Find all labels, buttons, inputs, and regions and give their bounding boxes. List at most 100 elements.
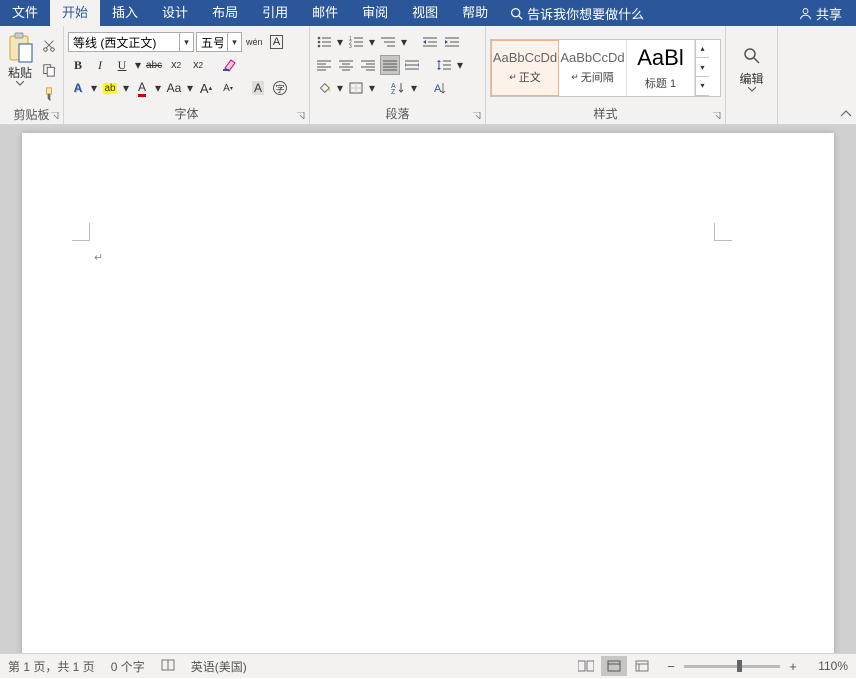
font-color-button[interactable]: A <box>132 78 152 98</box>
zoom-track[interactable] <box>684 665 780 668</box>
font-name-dropdown[interactable]: ▾ <box>179 33 193 51</box>
borders-dropdown[interactable]: ▾ <box>368 81 376 95</box>
font-launcher[interactable] <box>295 110 307 122</box>
styles-scroll-up[interactable]: ▴ <box>696 40 709 59</box>
align-right-button[interactable] <box>358 55 378 75</box>
clear-formatting-button[interactable] <box>220 55 240 75</box>
page-number[interactable]: 第 1 页，共 1 页 <box>8 658 95 675</box>
text-effects-button[interactable]: A <box>68 78 88 98</box>
clipboard-launcher[interactable] <box>49 110 61 122</box>
menu-file[interactable]: 文件 <box>0 0 50 26</box>
menu-review[interactable]: 审阅 <box>350 0 400 26</box>
font-color-dropdown[interactable]: ▾ <box>154 81 162 95</box>
style-nospacing[interactable]: AaBbCcDd ↵无间隔 <box>559 40 627 96</box>
svg-text:3: 3 <box>349 44 352 48</box>
web-layout-button[interactable] <box>629 656 655 676</box>
styles-launcher[interactable] <box>711 110 723 122</box>
menu-mailings[interactable]: 邮件 <box>300 0 350 26</box>
strikethrough-button[interactable]: abc <box>144 55 164 75</box>
styles-scroll-down[interactable]: ▾ <box>696 58 709 77</box>
align-center-button[interactable] <box>336 55 356 75</box>
line-spacing-dropdown[interactable]: ▾ <box>456 58 464 72</box>
language[interactable]: 英语(美国) <box>191 658 247 675</box>
highlight-button[interactable]: ab <box>100 78 120 98</box>
word-count[interactable]: 0 个字 <box>111 658 145 675</box>
proofing-button[interactable] <box>161 659 175 674</box>
increase-indent-button[interactable] <box>442 32 462 52</box>
document-area[interactable]: ↵ <box>0 125 856 653</box>
tell-me-search[interactable]: 告诉我你想要做什么 <box>510 4 644 23</box>
bold-button[interactable]: B <box>68 55 88 75</box>
style-heading1[interactable]: AaBl 标题 1 <box>627 40 695 96</box>
format-painter-button[interactable] <box>39 84 59 104</box>
align-left-button[interactable] <box>314 55 334 75</box>
paragraph-mark: ↵ <box>94 251 103 264</box>
menu-insert[interactable]: 插入 <box>100 0 150 26</box>
char-border-button[interactable]: A <box>267 32 287 52</box>
style-normal-name: ↵正文 <box>509 69 541 85</box>
subscript-button[interactable]: x2 <box>166 55 186 75</box>
sort-button[interactable]: AZ <box>388 78 408 98</box>
zoom-out-button[interactable]: − <box>664 659 678 674</box>
copy-button[interactable] <box>39 60 59 80</box>
menu-home[interactable]: 开始 <box>50 0 100 26</box>
bullets-button[interactable] <box>314 32 334 52</box>
line-spacing-button[interactable] <box>434 55 454 75</box>
zoom-in-button[interactable]: + <box>786 659 800 674</box>
align-right-icon <box>361 59 375 71</box>
decrease-indent-button[interactable] <box>420 32 440 52</box>
shading-dropdown[interactable]: ▾ <box>336 81 344 95</box>
numbering-button[interactable]: 123 <box>346 32 366 52</box>
highlight-dropdown[interactable]: ▾ <box>122 81 130 95</box>
paste-button[interactable]: 粘贴 <box>4 32 36 96</box>
shrink-font-button[interactable]: A▾ <box>218 78 238 98</box>
show-marks-button[interactable]: A <box>430 78 450 98</box>
scissors-icon <box>42 39 56 53</box>
align-justify-button[interactable] <box>380 55 400 75</box>
change-case-button[interactable]: Aa <box>164 78 184 98</box>
page[interactable]: ↵ <box>22 133 834 653</box>
underline-button[interactable]: U <box>112 55 132 75</box>
share-button[interactable]: 共享 <box>785 4 856 23</box>
print-layout-button[interactable] <box>601 656 627 676</box>
sort-dropdown[interactable]: ▾ <box>410 81 418 95</box>
text-effects-dropdown[interactable]: ▾ <box>90 81 98 95</box>
style-normal[interactable]: AaBbCcDd ↵正文 <box>491 40 559 96</box>
numbering-dropdown[interactable]: ▾ <box>368 35 376 49</box>
paste-icon <box>6 32 34 64</box>
align-distributed-button[interactable] <box>402 55 422 75</box>
multilevel-button[interactable] <box>378 32 398 52</box>
pinyin-button[interactable]: wén <box>244 32 265 52</box>
font-size-dropdown[interactable]: ▾ <box>227 33 241 51</box>
zoom-thumb[interactable] <box>737 660 742 672</box>
find-button[interactable]: 编辑 <box>733 46 771 93</box>
change-case-dropdown[interactable]: ▾ <box>186 81 194 95</box>
menu-layout[interactable]: 布局 <box>200 0 250 26</box>
font-name-combo[interactable]: ▾ <box>68 32 194 52</box>
shading-button[interactable] <box>314 78 334 98</box>
paragraph-launcher[interactable] <box>471 110 483 122</box>
multilevel-dropdown[interactable]: ▾ <box>400 35 408 49</box>
italic-button[interactable]: I <box>90 55 110 75</box>
menu-design[interactable]: 设计 <box>150 0 200 26</box>
bullets-dropdown[interactable]: ▾ <box>336 35 344 49</box>
menu-help[interactable]: 帮助 <box>450 0 500 26</box>
superscript-button[interactable]: x2 <box>188 55 208 75</box>
zoom-level[interactable]: 110% <box>808 659 848 673</box>
group-clipboard: 粘贴 剪贴板 <box>0 26 64 124</box>
char-shading-button[interactable]: A <box>248 78 268 98</box>
cut-button[interactable] <box>39 36 59 56</box>
grow-font-button[interactable]: A▴ <box>196 78 216 98</box>
font-size-input[interactable] <box>197 33 227 51</box>
menu-references[interactable]: 引用 <box>250 0 300 26</box>
font-name-input[interactable] <box>69 33 179 51</box>
chevron-down-icon <box>748 87 756 93</box>
font-size-combo[interactable]: ▾ <box>196 32 242 52</box>
menu-view[interactable]: 视图 <box>400 0 450 26</box>
styles-expand[interactable]: ▾ <box>696 77 709 96</box>
enclose-char-button[interactable]: 字 <box>270 78 290 98</box>
borders-button[interactable] <box>346 78 366 98</box>
read-mode-button[interactable] <box>573 656 599 676</box>
collapse-ribbon-button[interactable] <box>840 108 852 122</box>
underline-dropdown[interactable]: ▾ <box>134 58 142 72</box>
